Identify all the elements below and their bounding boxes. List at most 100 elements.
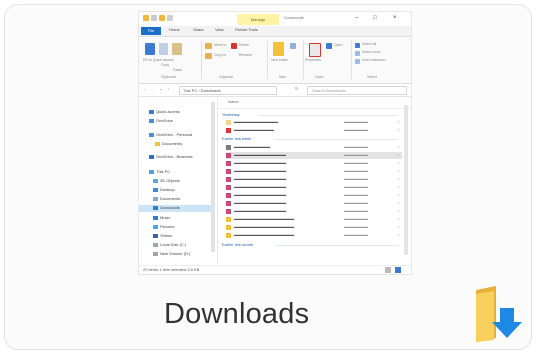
file-extra-redacted: ▪ [398,127,400,132]
download-icon [153,206,158,210]
ribbon-item-new-folder[interactable]: New folder [271,58,288,63]
maximize-icon[interactable]: □ [373,15,377,21]
nav-item-3d-objects[interactable]: 3D Objects [153,179,180,185]
ribbon-item-rename[interactable]: Rename [239,53,252,58]
tab-picture-tools[interactable]: Picture Tools [235,28,258,32]
group-header[interactable]: Yesterday [222,113,240,117]
nav-item-documents-personal[interactable]: Documents [155,142,182,148]
nav-item-label: Quick access [156,109,180,115]
list-item[interactable]: ▬▬▬▬▬▬▬▬▬▬▬▬▬ ▬▬▬▬▬▬ ▪ [226,200,402,207]
nav-item-onedrive-personal[interactable]: OneDrive - Personal [149,133,192,139]
file-date-redacted: ▬▬▬▬▬▬ [344,168,368,173]
copy-to-icon[interactable] [205,53,212,59]
nav-item-music[interactable]: Music [153,216,170,222]
details-view-icon[interactable] [385,267,391,273]
search-input[interactable]: Search Downloads [307,86,407,95]
ribbon-item-pin[interactable]: Pin to Quick access [143,58,174,63]
ribbon-item-copy-to[interactable]: Copy to [214,53,226,58]
ribbon-item-invert-selection[interactable]: Invert selection [362,58,386,63]
tab-home[interactable]: Home [169,28,180,32]
title-bar: Manage Downloads – □ × [139,12,411,26]
ribbon-item-move-to[interactable]: Move to [214,43,226,48]
delete-icon[interactable] [231,43,237,49]
open-icon[interactable] [326,43,332,49]
list-item[interactable]: ▬▬▬▬▬▬▬▬▬▬ ▬▬▬▬▬▬ ▪ [226,127,402,134]
back-icon[interactable]: ← [143,87,147,91]
tiles-view-icon[interactable] [395,267,401,273]
list-item[interactable]: ▬▬▬▬▬▬▬▬▬▬▬▬▬ ▬▬▬▬▬▬ ▪ [226,184,402,191]
list-item[interactable]: ▬▬▬▬▬▬▬▬▬▬▬▬▬ ▬▬▬▬▬▬ ▪ [226,160,402,167]
file-icon [226,233,231,238]
nav-scrollbar[interactable] [211,102,215,252]
list-item[interactable]: ▬▬▬▬▬▬▬▬▬▬▬▬▬ ▬▬▬▬▬▬ ▪ [226,168,402,175]
list-item-selected[interactable]: ▬▬▬▬▬▬▬▬▬▬▬▬▬ ▬▬▬▬▬▬ ▪ [226,152,402,159]
file-list-scrollbar[interactable] [404,105,408,255]
downloads-folder-icon [476,286,522,342]
list-item[interactable]: ▬▬▬▬▬▬▬▬▬▬▬▬▬▬▬ ▬▬▬▬▬▬ ▪ [226,232,402,239]
tab-manage[interactable]: Manage [237,14,279,25]
select-none-icon[interactable] [355,51,360,56]
chevron-down-icon[interactable]: ⌄ [159,87,162,91]
column-header-name[interactable]: Name [228,100,239,104]
up-icon[interactable]: ↑ [167,87,169,91]
file-name-redacted: ▬▬▬▬▬▬▬▬▬▬▬▬▬ [234,160,286,165]
tab-file[interactable]: File [141,27,161,35]
cube-icon [153,179,158,183]
list-item[interactable]: ▬▬▬▬▬▬▬▬▬▬▬▬▬ ▬▬▬▬▬▬ ▪ [226,192,402,199]
ribbon-divider [303,41,304,79]
tab-view[interactable]: View [215,28,224,32]
ribbon-item-select-all[interactable]: Select all [362,42,376,47]
ribbon-item-copy[interactable]: Copy [161,63,169,68]
nav-item-local-disk[interactable]: Local Disk (C:) [153,243,186,249]
nav-item-this-pc[interactable]: This PC [149,170,170,176]
file-date-redacted: ▬▬▬▬▬▬ [344,208,368,213]
file-icon [226,169,231,174]
cloud-icon [149,119,154,123]
nav-item-onedrive-business[interactable]: OneDrive - Business [149,155,193,161]
nav-item-desktop[interactable]: Desktop [153,188,175,194]
explorer-thumbnail[interactable]: Manage Downloads – □ × File Home Share V… [139,12,411,274]
nav-item-onedrive[interactable]: OneDrive [149,119,173,125]
nav-item-new-volume[interactable]: New Volume (D:) [153,252,190,258]
forward-icon[interactable]: → [151,87,155,91]
move-to-icon[interactable] [205,43,212,49]
invert-selection-icon[interactable] [355,59,360,64]
ribbon-item-paste[interactable]: Paste [173,68,182,73]
list-item[interactable]: ▬▬▬▬▬▬▬▬▬ ▬▬▬▬▬▬ ▪ [226,144,402,151]
properties-icon[interactable] [309,43,321,57]
file-name-redacted: ▬▬▬▬▬▬▬▬▬▬ [234,127,274,132]
nav-item-label: Local Disk (C:) [160,242,187,248]
computer-icon [149,170,154,174]
copy-icon[interactable] [159,43,168,55]
list-item[interactable]: ▬▬▬▬▬▬▬▬▬▬▬▬▬▬▬ ▬▬▬▬▬▬ ▪ [226,224,402,231]
nav-item-pictures[interactable]: Pictures [153,225,174,231]
tab-share[interactable]: Share [193,28,204,32]
nav-item-quick-access[interactable]: Quick access [149,110,180,116]
new-folder-icon[interactable] [273,42,284,56]
list-item[interactable]: ▬▬▬▬▬▬▬▬▬▬▬▬▬▬▬ ▬▬▬▬▬▬ ▪ [226,216,402,223]
new-item-icon[interactable] [290,43,296,49]
ribbon-group-open: Open [315,75,324,79]
address-bar[interactable]: This PC › Downloads [179,86,277,95]
nav-item-documents[interactable]: Documents [153,197,180,203]
list-item[interactable]: ▬▬▬▬▬▬▬▬▬▬▬▬▬ ▬▬▬▬▬▬ ▪ [226,208,402,215]
nav-item-downloads[interactable]: Downloads [153,206,180,212]
list-item[interactable]: ▬▬▬▬▬▬▬▬▬▬▬ ▬▬▬▬▬▬ ▪ [226,119,402,126]
ribbon-item-open[interactable]: Open [334,43,343,48]
nav-item-videos[interactable]: Videos [153,234,172,240]
minimize-icon[interactable]: – [355,15,358,21]
group-header[interactable]: Earlier this week [222,137,251,141]
refresh-icon[interactable]: ↻ [295,87,298,91]
ribbon-item-delete[interactable]: Delete [239,43,249,48]
card-title: Downloads [164,298,310,330]
pin-icon[interactable] [145,43,155,55]
group-header[interactable]: Earlier this month [222,243,253,247]
list-item[interactable]: ▬▬▬▬▬▬▬▬▬▬▬▬▬ ▬▬▬▬▬▬ ▪ [226,176,402,183]
ribbon-item-properties[interactable]: Properties [305,58,321,63]
ribbon-divider [201,41,202,79]
close-icon[interactable]: × [393,15,397,21]
paste-icon[interactable] [172,43,182,55]
ribbon-item-select-none[interactable]: Select none [362,50,381,55]
ribbon: Pin to Quick access Copy Paste Clipboard… [139,37,411,84]
select-all-icon[interactable] [355,43,360,48]
